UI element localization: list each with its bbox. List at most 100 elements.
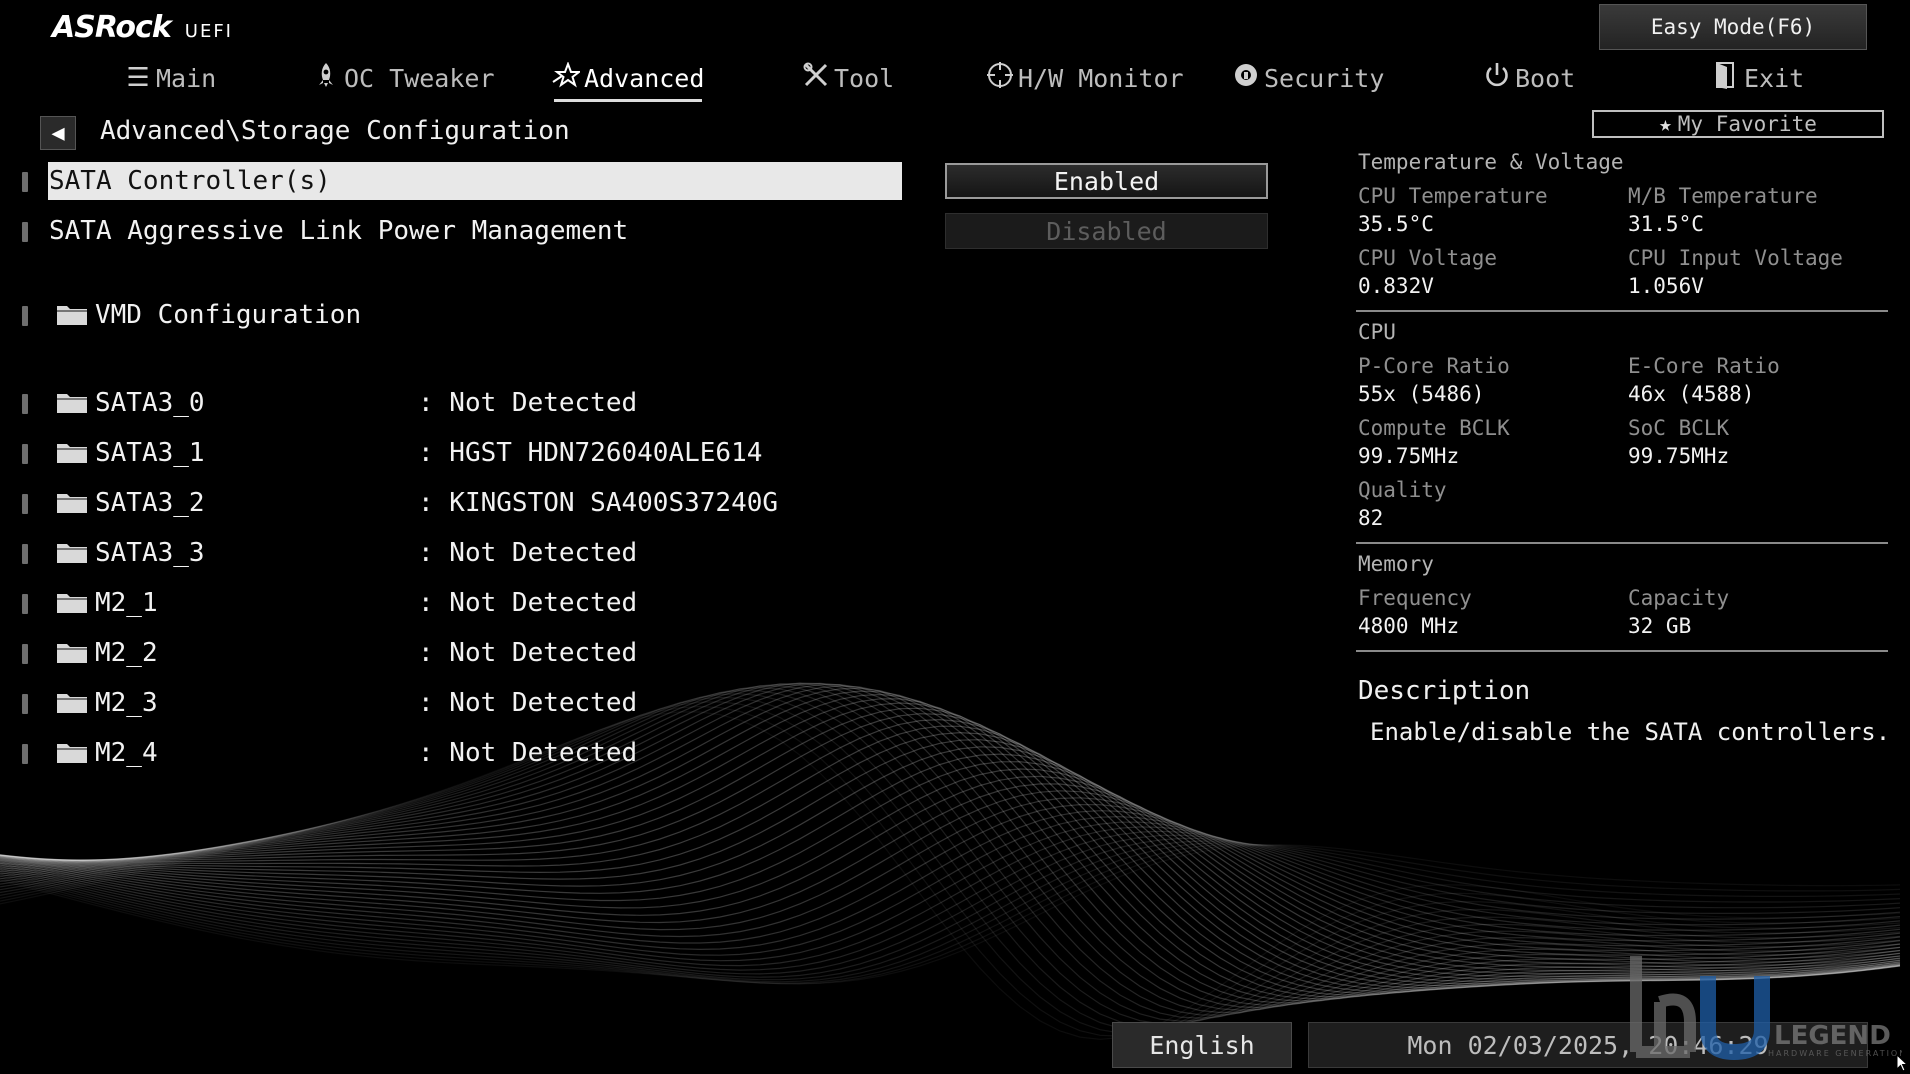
folder-icon — [57, 544, 87, 563]
cpu-temp-label: CPU Temperature — [1358, 184, 1548, 208]
folder-icon — [57, 644, 87, 663]
description-text: Enable/disable the SATA controllers. — [1370, 718, 1891, 746]
port-value: : Not Detected — [418, 538, 638, 568]
description-title: Description — [1358, 676, 1531, 706]
divider — [1356, 542, 1888, 544]
cpu-voltage-value: 0.832V — [1358, 274, 1434, 298]
my-favorite-button[interactable]: ★ My Favorite — [1592, 110, 1884, 138]
ecore-ratio-value: 46x (4588) — [1628, 382, 1755, 406]
port-value: : HGST HDN726040ALE614 — [418, 438, 763, 468]
row-marker — [22, 644, 28, 664]
folder-icon — [57, 494, 87, 513]
port-value: : Not Detected — [418, 638, 638, 668]
setting-sata-controllers[interactable]: SATA Controller(s) — [0, 162, 910, 200]
memory-title: Memory — [1358, 552, 1434, 576]
ecore-ratio-label: E-Core Ratio — [1628, 354, 1780, 378]
setting-sata-alpm[interactable]: SATA Aggressive Link Power Management — [0, 212, 910, 250]
tab-advanced[interactable]: Advanced — [552, 56, 705, 102]
tab-security-label: Security — [1264, 63, 1385, 93]
row-marker — [22, 694, 28, 714]
port-name: M2_4 — [95, 738, 158, 768]
setting-label: SATA Controller(s) — [49, 166, 331, 196]
port-value: : Not Detected — [418, 688, 638, 718]
list-icon: ☰ — [126, 63, 150, 93]
port-name: SATA3_2 — [95, 488, 205, 518]
port-row[interactable]: SATA3_3 : Not Detected — [0, 534, 900, 572]
pcore-ratio-label: P-Core Ratio — [1358, 354, 1510, 378]
tab-oc-tweaker[interactable]: OC Tweaker — [312, 56, 495, 100]
sata-alpm-value-button[interactable]: Disabled — [945, 213, 1268, 249]
tab-boot[interactable]: Boot — [1483, 56, 1575, 100]
tab-hw-monitor-label: H/W Monitor — [1018, 63, 1184, 93]
port-name: SATA3_1 — [95, 438, 205, 468]
row-marker — [22, 594, 28, 614]
port-row[interactable]: M2_3 : Not Detected — [0, 684, 900, 722]
breadcrumb: Advanced\Storage Configuration — [100, 116, 570, 146]
row-marker — [22, 744, 28, 764]
back-arrow-icon: ◀ — [51, 120, 65, 146]
tab-main-label: Main — [156, 63, 217, 93]
folder-icon — [57, 306, 87, 325]
folder-icon — [57, 744, 87, 763]
quality-label: Quality — [1358, 478, 1447, 502]
capacity-value: 32 GB — [1628, 614, 1692, 638]
frequency-label: Frequency — [1358, 586, 1472, 610]
port-row[interactable]: SATA3_2 : KINGSTON SA400S37240G — [0, 484, 900, 522]
tab-security[interactable]: Security — [1232, 56, 1384, 100]
folder-icon — [57, 594, 87, 613]
language-button[interactable]: English — [1112, 1022, 1292, 1068]
port-row[interactable]: SATA3_0 : Not Detected — [0, 384, 900, 422]
folder-icon — [57, 394, 87, 413]
power-icon — [1483, 61, 1511, 96]
back-button[interactable]: ◀ — [40, 116, 76, 150]
cpu-voltage-label: CPU Voltage — [1358, 246, 1498, 270]
watermark-text: LEGEND — [1774, 1021, 1891, 1051]
setting-label: SATA Aggressive Link Power Management — [49, 216, 629, 246]
folder-icon — [57, 444, 87, 463]
frequency-value: 4800 MHz — [1358, 614, 1460, 638]
port-row[interactable]: M2_4 : Not Detected — [0, 734, 900, 772]
tab-main[interactable]: ☰ Main — [124, 56, 216, 100]
crosshair-icon — [986, 61, 1014, 96]
easy-mode-button[interactable]: Easy Mode(F6) — [1599, 4, 1867, 50]
my-favorite-label: My Favorite — [1677, 112, 1817, 136]
shield-icon — [1232, 62, 1260, 95]
row-marker — [22, 444, 28, 464]
port-row[interactable]: M2_1 : Not Detected — [0, 584, 900, 622]
row-marker — [22, 544, 28, 564]
port-row[interactable]: M2_2 : Not Detected — [0, 634, 900, 672]
cpu-input-voltage-value: 1.056V — [1628, 274, 1704, 298]
star-icon — [552, 60, 582, 95]
submenu-vmd-configuration[interactable]: VMD Configuration — [0, 296, 600, 334]
mb-temp-value: 31.5°C — [1628, 212, 1704, 236]
sata-controllers-value-button[interactable]: Enabled — [945, 163, 1268, 199]
port-value: : Not Detected — [418, 738, 638, 768]
tab-boot-label: Boot — [1515, 63, 1576, 93]
cpu-temp-value: 35.5°C — [1358, 212, 1434, 236]
asrock-logo: ASRock UEFI — [52, 10, 233, 45]
compute-bclk-value: 99.75MHz — [1358, 444, 1460, 468]
watermark-subtext: HARDWARE GENERATION — [1768, 1049, 1902, 1058]
row-marker — [22, 172, 28, 192]
port-value: : KINGSTON SA400S37240G — [418, 488, 779, 518]
tab-exit[interactable]: Exit — [1712, 56, 1804, 100]
cpu-title: CPU — [1358, 320, 1396, 344]
tab-tool[interactable]: Tool — [802, 56, 894, 100]
submenu-label: VMD Configuration — [95, 300, 362, 330]
tab-oc-tweaker-label: OC Tweaker — [344, 63, 495, 93]
compute-bclk-label: Compute BCLK — [1358, 416, 1510, 440]
uefi-label: UEFI — [184, 21, 233, 42]
tab-advanced-label: Advanced — [584, 63, 705, 93]
wrench-icon — [802, 62, 830, 95]
capacity-label: Capacity — [1628, 586, 1730, 610]
main-tabs: ☰ Main OC Tweaker Advanced Tool H/W Moni… — [0, 56, 1910, 102]
tab-hw-monitor[interactable]: H/W Monitor — [986, 56, 1184, 100]
soc-bclk-value: 99.75MHz — [1628, 444, 1730, 468]
tab-tool-label: Tool — [834, 63, 895, 93]
row-marker — [22, 394, 28, 414]
port-name: SATA3_0 — [95, 388, 205, 418]
port-row[interactable]: SATA3_1 : HGST HDN726040ALE614 — [0, 434, 900, 472]
folder-icon — [57, 694, 87, 713]
mouse-cursor-icon — [1896, 1054, 1908, 1072]
mb-temp-label: M/B Temperature — [1628, 184, 1818, 208]
